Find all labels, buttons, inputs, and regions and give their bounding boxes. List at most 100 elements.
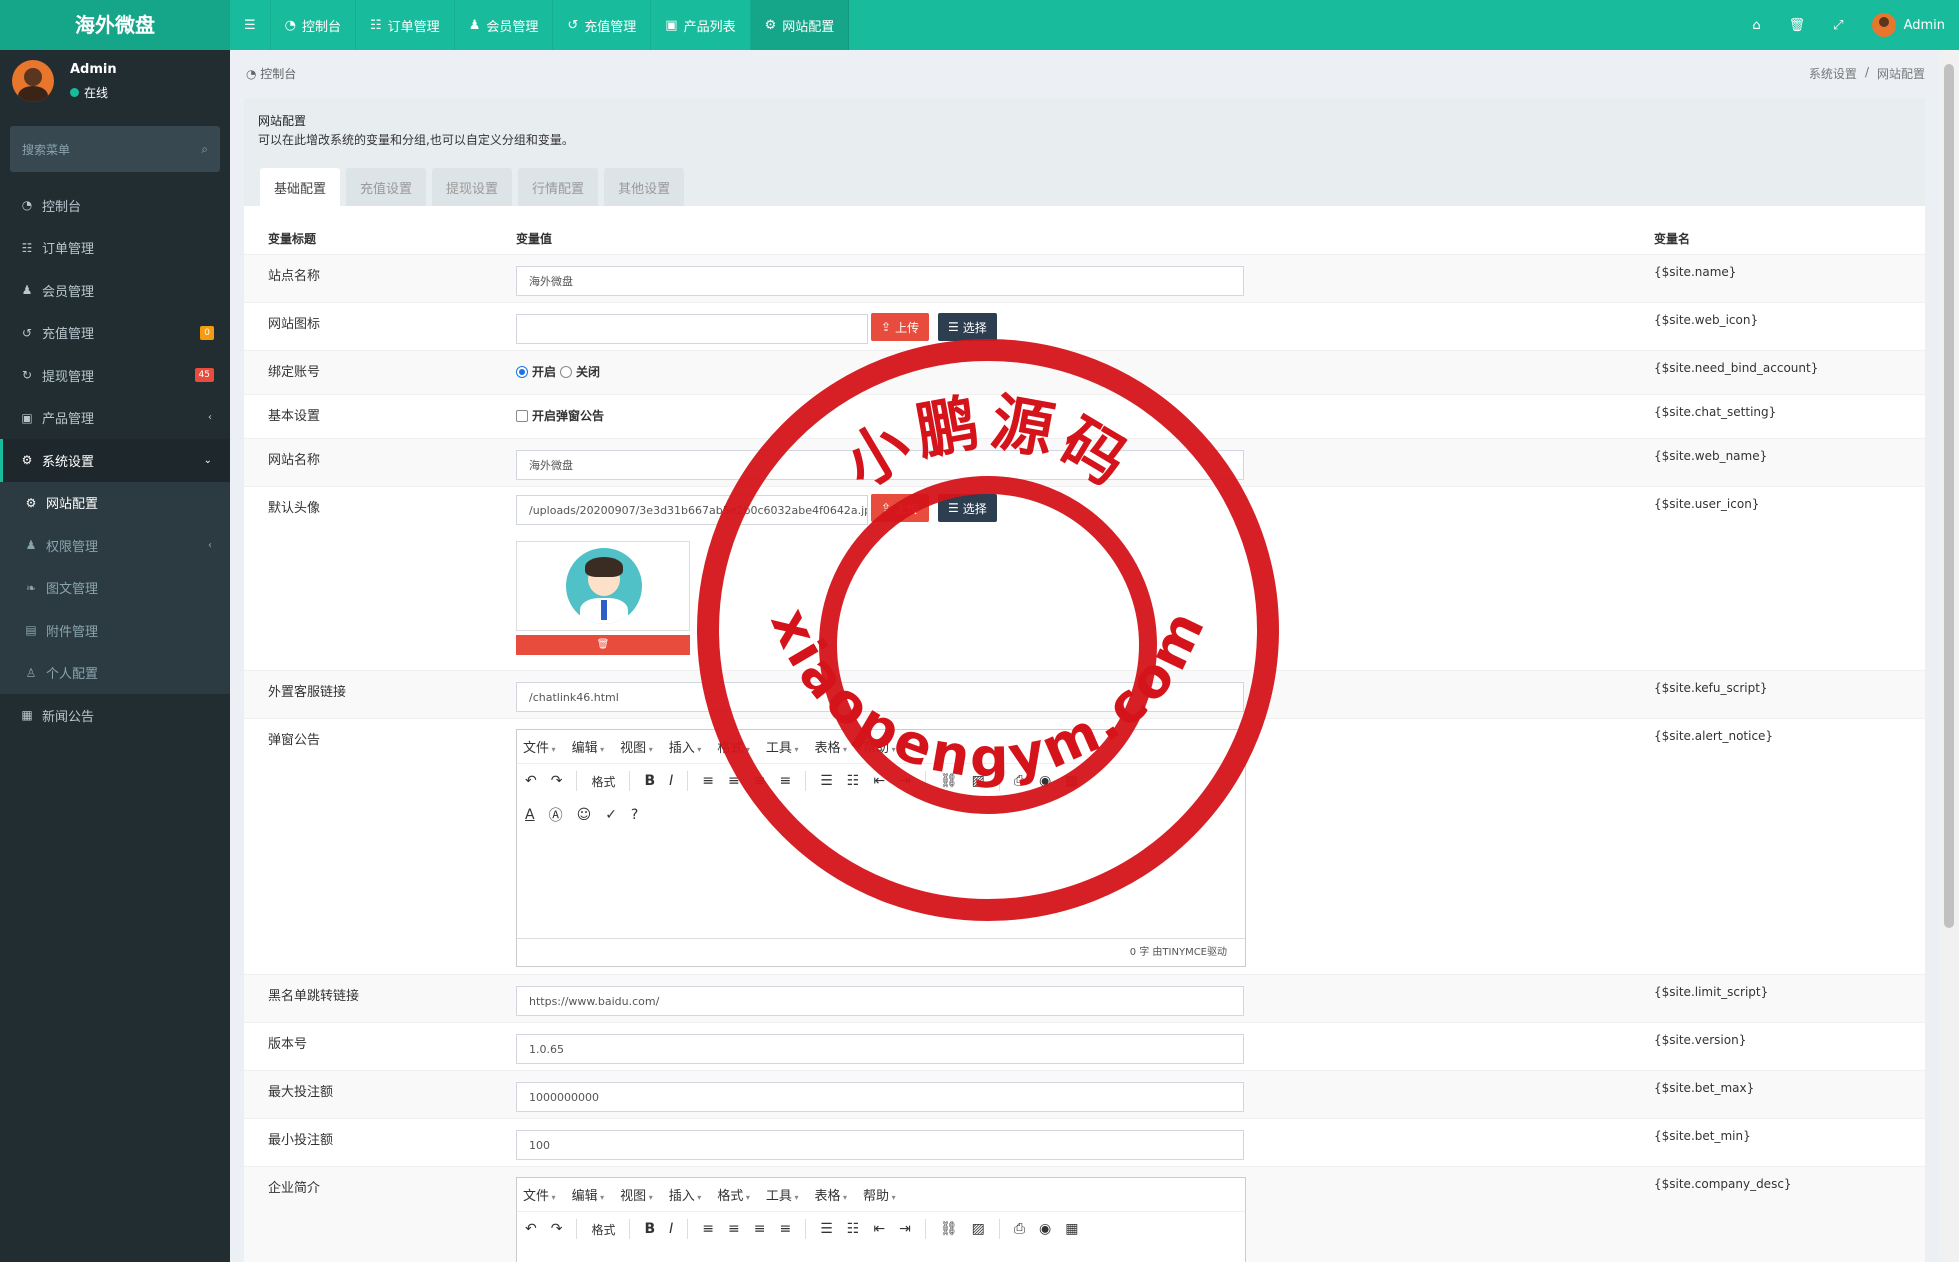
select-button[interactable]: ☰ 选择 <box>938 494 997 522</box>
editor-menu-item[interactable]: 文件 <box>523 737 556 756</box>
editor-menu-item[interactable]: 表格 <box>814 1185 847 1204</box>
link-icon[interactable]: ⛓ <box>940 773 958 789</box>
align-center-icon[interactable]: ≡ <box>728 1221 740 1237</box>
radio-on[interactable] <box>516 365 528 378</box>
sidebar-item-articles[interactable]: ❧ 图文管理 <box>0 566 230 609</box>
checkbox[interactable] <box>516 409 528 422</box>
version-input[interactable]: 1.0.65 <box>516 1034 1244 1064</box>
italic-icon[interactable]: I <box>669 773 673 789</box>
tab-market[interactable]: 行情配置 <box>518 168 599 206</box>
editor-menu-item[interactable]: 工具 <box>766 737 799 756</box>
undo-icon[interactable]: ↶ <box>525 1221 537 1237</box>
text-color-icon[interactable]: A <box>525 807 535 823</box>
media-icon[interactable]: ▦ <box>1065 1221 1078 1237</box>
media-icon[interactable]: ▦ <box>1065 773 1078 789</box>
clear-cache-button[interactable]: 🗑︎ <box>1775 0 1820 50</box>
align-right-icon[interactable]: ≡ <box>754 1221 766 1237</box>
editor-menu-item[interactable]: 文件 <box>523 1185 556 1204</box>
sidebar-item-system-settings[interactable]: ⚙ 系统设置 ⌄ <box>0 439 230 482</box>
editor-menu-item[interactable]: 工具 <box>766 1185 799 1204</box>
align-justify-icon[interactable]: ≡ <box>780 773 792 789</box>
topnav-members[interactable]: ♟ 会员管理 <box>455 0 554 50</box>
align-justify-icon[interactable]: ≡ <box>780 1221 792 1237</box>
editor-menu-item[interactable]: 视图 <box>620 737 653 756</box>
indent-icon[interactable]: ⇥ <box>899 1221 911 1237</box>
redo-icon[interactable]: ↷ <box>551 1221 563 1237</box>
undo-icon[interactable]: ↶ <box>525 773 537 789</box>
print-icon[interactable]: ⎙ <box>1014 773 1025 789</box>
tab-recharge[interactable]: 充值设置 <box>346 168 427 206</box>
tab-other[interactable]: 其他设置 <box>604 168 685 206</box>
bet-min-input[interactable]: 100 <box>516 1130 1244 1160</box>
editor-menu-item[interactable]: 帮助 <box>863 737 896 756</box>
sidebar-item-dashboard[interactable]: ◔ 控制台 <box>0 184 230 227</box>
redo-icon[interactable]: ↷ <box>551 773 563 789</box>
align-left-icon[interactable]: ≡ <box>702 1221 714 1237</box>
editor-menu-item[interactable]: 视图 <box>620 1185 653 1204</box>
popup-notice-checkbox[interactable]: 开启弹窗公告 <box>516 407 604 424</box>
sidebar-search-input[interactable]: 搜索菜单 <box>22 141 70 158</box>
sidebar-item-profile[interactable]: ♙ 个人配置 <box>0 651 230 694</box>
app-logo[interactable]: 海外微盘 <box>0 0 230 50</box>
sidebar-search[interactable]: 搜索菜单 ⌕ <box>10 126 220 172</box>
topnav-site-config[interactable]: ⚙ 网站配置 <box>750 0 850 50</box>
select-button[interactable]: ☰ 选择 <box>938 313 997 341</box>
topnav-recharge[interactable]: ↺ 充值管理 <box>553 0 652 50</box>
format-dropdown[interactable]: 格式 <box>591 1221 615 1238</box>
align-left-icon[interactable]: ≡ <box>702 773 714 789</box>
editor-menu-item[interactable]: 帮助 <box>863 1185 896 1204</box>
blacklist-link-input[interactable]: https://www.baidu.com/ <box>516 986 1244 1016</box>
topnav-dashboard[interactable]: ◔ 控制台 <box>271 0 357 50</box>
print-icon[interactable]: ⎙ <box>1014 1221 1025 1237</box>
alert-notice-editor[interactable]: 文件 编辑 视图 插入 格式 工具 表格 帮助 ↶ ↷ 格式 BI ≡ ≡ ≡ ≡ ☰ ☷… <box>516 729 1246 967</box>
site-name-input[interactable]: 海外微盘 <box>516 266 1244 296</box>
bullet-list-icon[interactable]: ☰ <box>820 1221 833 1237</box>
link-icon[interactable]: ⛓ <box>940 1221 958 1237</box>
format-dropdown[interactable]: 格式 <box>591 773 615 790</box>
preview-icon[interactable]: ◉ <box>1039 773 1051 789</box>
editor-menu-item[interactable]: 插入 <box>669 737 702 756</box>
spellcheck-icon[interactable]: ✓ <box>605 807 617 823</box>
upload-button[interactable]: ⇪ 上传 <box>871 313 930 341</box>
sidebar-item-members[interactable]: ♟ 会员管理 <box>0 269 230 312</box>
outdent-icon[interactable]: ⇤ <box>873 773 885 789</box>
sidebar-item-permissions[interactable]: ♟ 权限管理 ‹ <box>0 524 230 567</box>
kefu-link-input[interactable]: /chatlink46.html <box>516 682 1244 712</box>
user-icon-input[interactable]: /uploads/20200907/3e3d31b667ab5e2b0c6032… <box>516 495 868 525</box>
upload-button[interactable]: ⇪ 上传 <box>871 494 930 522</box>
editor-menu-item[interactable]: 格式 <box>717 1185 750 1204</box>
breadcrumb-item[interactable]: 系统设置 <box>1809 65 1857 82</box>
web-icon-input[interactable] <box>516 314 868 344</box>
sidebar-item-orders[interactable]: ☷ 订单管理 <box>0 227 230 270</box>
emoticons-icon[interactable]: ☺ <box>577 807 592 823</box>
tab-withdraw[interactable]: 提现设置 <box>432 168 513 206</box>
align-right-icon[interactable]: ≡ <box>754 773 766 789</box>
align-center-icon[interactable]: ≡ <box>728 773 740 789</box>
page-scrollbar[interactable] <box>1939 50 1959 1262</box>
sidebar-toggle[interactable]: ☰ <box>230 0 271 50</box>
bold-icon[interactable]: B <box>644 773 655 789</box>
web-name-input[interactable]: 海外微盘 <box>516 450 1244 480</box>
editor-menu-item[interactable]: 插入 <box>669 1185 702 1204</box>
sidebar-item-recharge[interactable]: ↺ 充值管理 0 <box>0 312 230 355</box>
editor-menu-item[interactable]: 格式 <box>717 737 750 756</box>
sidebar-item-products[interactable]: ▣ 产品管理 ‹ <box>0 397 230 440</box>
bullet-list-icon[interactable]: ☰ <box>820 773 833 789</box>
topnav-orders[interactable]: ☷ 订单管理 <box>356 0 455 50</box>
bg-color-icon[interactable]: Ⓐ <box>549 805 563 825</box>
numbered-list-icon[interactable]: ☷ <box>847 1221 860 1237</box>
topnav-products[interactable]: ▣ 产品列表 <box>651 0 751 50</box>
help-icon[interactable]: ? <box>631 807 638 823</box>
home-button[interactable]: ⌂ <box>1738 0 1774 50</box>
editor-menu-item[interactable]: 表格 <box>814 737 847 756</box>
indent-icon[interactable]: ⇥ <box>899 773 911 789</box>
image-icon[interactable]: ▨ <box>972 773 985 789</box>
sidebar-item-news[interactable]: ▦ 新闻公告 <box>0 694 230 737</box>
numbered-list-icon[interactable]: ☷ <box>847 773 860 789</box>
bold-icon[interactable]: B <box>644 1221 655 1237</box>
company-desc-editor[interactable]: 文件 编辑 视图 插入 格式 工具 表格 帮助 ↶ ↷ 格式 BI ≡ ≡ ≡ ≡ ☰ ☷… <box>516 1177 1246 1262</box>
fullscreen-button[interactable]: ⤢ <box>1819 0 1857 50</box>
editor-menu-item[interactable]: 编辑 <box>572 1185 605 1204</box>
italic-icon[interactable]: I <box>669 1221 673 1237</box>
image-icon[interactable]: ▨ <box>972 1221 985 1237</box>
